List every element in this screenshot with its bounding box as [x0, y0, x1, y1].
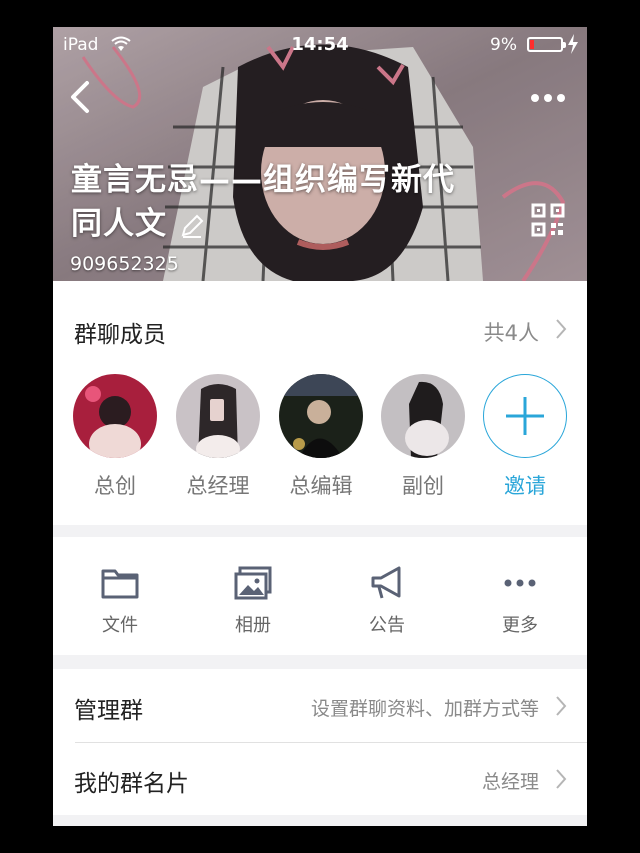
- member-item[interactable]: 副创: [381, 374, 465, 500]
- battery-percent: 9%: [490, 35, 517, 55]
- status-bar: iPad 14:54 9%: [53, 27, 587, 63]
- settings-list: 管理群 设置群聊资料、加群方式等 我的群名片 总经理: [53, 669, 587, 815]
- invite-label: 邀请: [504, 474, 546, 498]
- member-item[interactable]: 总经理: [176, 374, 260, 500]
- members-header[interactable]: 群聊成员 共4人: [53, 281, 587, 376]
- album-action[interactable]: 相册: [186, 537, 320, 655]
- row-value: 总经理: [481, 771, 539, 793]
- action-label: 更多: [502, 615, 538, 636]
- member-role: 总创: [94, 474, 136, 498]
- group-title: 童言无忌——组织编写新代同人文: [71, 158, 471, 246]
- more-action[interactable]: 更多: [453, 537, 587, 655]
- charging-icon: [568, 34, 578, 54]
- member-item[interactable]: 总编辑: [279, 374, 363, 500]
- row-value: 设置群聊资料、加群方式等: [310, 698, 539, 720]
- member-role: 总编辑: [289, 474, 353, 498]
- members-label: 群聊成员: [74, 322, 166, 348]
- my-group-card-row[interactable]: 我的群名片 总经理: [53, 742, 587, 815]
- avatar: [73, 374, 157, 458]
- members-count: 共4人: [483, 321, 539, 345]
- chevron-right-icon: [556, 319, 567, 339]
- megaphone-icon: [371, 566, 401, 599]
- qr-code-icon[interactable]: [531, 203, 565, 237]
- back-chevron-icon[interactable]: [65, 77, 97, 117]
- action-label: 公告: [369, 615, 405, 636]
- avatar: [279, 374, 363, 458]
- members-section: 群聊成员 共4人 总创 总经理 总编辑 副创 邀请: [53, 281, 587, 525]
- more-dots-icon: [504, 579, 536, 587]
- action-label: 文件: [102, 615, 138, 636]
- more-options-button[interactable]: [531, 87, 573, 107]
- chevron-right-icon: [556, 696, 567, 716]
- battery-icon: [527, 37, 566, 52]
- chevron-right-icon: [556, 769, 567, 789]
- invite-button[interactable]: 邀请: [483, 374, 567, 500]
- edit-pencil-icon[interactable]: [179, 213, 205, 239]
- add-icon: [483, 374, 567, 458]
- member-role: 总经理: [186, 474, 250, 498]
- announcement-action[interactable]: 公告: [320, 537, 454, 655]
- member-role: 副创: [402, 474, 444, 498]
- files-action[interactable]: 文件: [53, 537, 187, 655]
- group-actions: 文件 相册 公告 更多: [53, 537, 587, 655]
- action-label: 相册: [235, 615, 271, 636]
- member-item[interactable]: 总创: [73, 374, 157, 500]
- group-id: 909652325: [70, 253, 179, 275]
- avatar: [176, 374, 260, 458]
- row-label: 管理群: [74, 698, 143, 724]
- row-label: 我的群名片: [74, 771, 189, 797]
- group-profile-screen: iPad 14:54 9% 童言无忌——组织编写新代同人文 909652325: [53, 27, 587, 826]
- manage-group-row[interactable]: 管理群 设置群聊资料、加群方式等: [53, 669, 587, 743]
- album-icon: [234, 566, 272, 600]
- folder-icon: [101, 569, 139, 599]
- group-title-text: 童言无忌——组织编写新代同人文: [71, 162, 455, 242]
- avatar: [381, 374, 465, 458]
- group-header: iPad 14:54 9% 童言无忌——组织编写新代同人文 909652325: [53, 27, 587, 281]
